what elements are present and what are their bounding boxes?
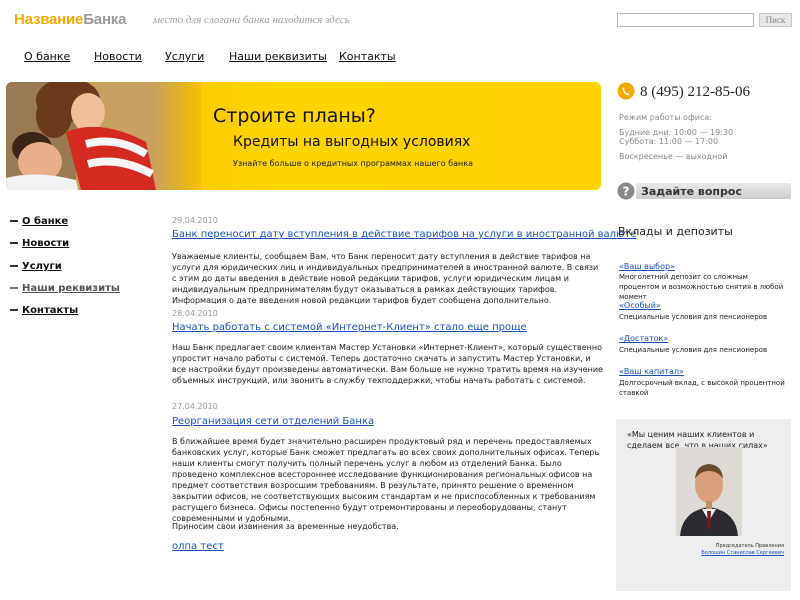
sidebar-item-label: О банке — [22, 216, 69, 227]
news-title-link[interactable]: Реорганизация сети отделений Банка — [172, 416, 374, 427]
question-icon[interactable]: ? — [617, 182, 635, 200]
banner-subtitle: Кредиты на выгодных условиях — [233, 134, 471, 150]
news-body-closing: Приносим свои извинения за временные неу… — [172, 522, 399, 531]
deposits-heading: Вклады и депозиты — [618, 225, 733, 238]
svg-text:?: ? — [623, 185, 630, 199]
deposit-link[interactable]: «Ваш выбор» — [619, 262, 675, 271]
search-button[interactable]: Писк — [759, 13, 792, 27]
deposit-desc: Долгосрочный вклад, с высокой процентной… — [619, 379, 785, 397]
sidebar-item-requisites[interactable]: Наши реквизиты — [10, 283, 120, 294]
news-date: 27.04.2010 — [172, 402, 218, 411]
topnav-about[interactable]: О банке — [24, 50, 70, 63]
deposit-desc: Многолетний депозит со сложным процентом… — [619, 273, 784, 301]
chairman-portrait — [676, 447, 742, 536]
caption-name-link[interactable]: Болошин Станислав Сергеевич — [634, 550, 784, 556]
news-body: Уважаемые клиенты, сообщаем Вам, что Бан… — [172, 252, 599, 305]
topnav-news[interactable]: Новости — [94, 50, 142, 63]
sidebar-item-contacts[interactable]: Контакты — [10, 305, 78, 316]
slogan: место для слогана банка находится здесь — [153, 14, 350, 26]
sidebar-item-about[interactable]: О банке — [10, 216, 68, 227]
logo-part1: Название — [14, 11, 84, 28]
sidebar-item-label: Контакты — [22, 305, 79, 316]
logo-part2: Банка — [83, 11, 127, 28]
deposit-desc: Специальные условия для пенсионеров — [619, 313, 768, 321]
more-link[interactable]: олпа тест — [172, 541, 224, 552]
topnav-requisites[interactable]: Наши реквизиты — [229, 50, 327, 63]
phone-number: 8 (495) 212-85-06 — [640, 84, 750, 100]
deposit-desc: Специальные условия для пенсионеров — [619, 346, 768, 354]
banner-title: Строите планы? — [213, 105, 376, 127]
bank-logo[interactable]: НазваниеБанка — [14, 11, 126, 28]
topnav-services[interactable]: Услуги — [165, 50, 204, 63]
ask-question-button[interactable]: Задайте вопрос — [641, 185, 742, 198]
news-date: 28.04.2010 — [172, 309, 218, 318]
caption-role: Председатель Правления — [715, 543, 784, 549]
sidebar-item-services[interactable]: Услуги — [10, 261, 62, 272]
bullet-dash — [10, 242, 18, 244]
bullet-dash — [10, 220, 18, 222]
news-title-link[interactable]: Банк переносит дату вступления в действи… — [172, 229, 636, 240]
sidebar-item-label: Новости — [22, 238, 70, 249]
deposit-link[interactable]: «Особый» — [619, 301, 661, 310]
couple-photo — [6, 82, 201, 190]
sidebar-item-label: Услуги — [22, 261, 62, 272]
deposit-link[interactable]: «Ваш капитал» — [619, 367, 684, 376]
hours-saturday: Суббота: 11:00 — 17:00 — [619, 137, 719, 146]
news-body: Наш Банк предлагает своим клиентам Масте… — [172, 343, 603, 385]
hours-sunday: Воскресенье — выходной — [619, 152, 728, 161]
search-input[interactable] — [617, 13, 754, 27]
hours-title: Режим работы офиса: — [619, 113, 712, 122]
hours-weekdays: Будние дни: 10:00 — 19:30 — [619, 128, 734, 137]
news-date: 29.04.2010 — [172, 216, 218, 225]
bullet-dash — [10, 265, 18, 267]
banner-note: Узнайте больше о кредитных программах на… — [233, 159, 473, 168]
phone-icon — [617, 82, 635, 100]
news-body: В ближайшее время будет значительно расш… — [172, 437, 600, 523]
deposit-link[interactable]: «Достаток» — [619, 334, 668, 343]
sidebar-item-news[interactable]: Новости — [10, 238, 69, 249]
news-title-link[interactable]: Начать работать с системой «Интернет-Кли… — [172, 322, 527, 333]
bullet-dash — [10, 309, 18, 311]
bullet-dash — [10, 287, 18, 289]
topnav-contacts[interactable]: Контакты — [339, 50, 396, 63]
sidebar-item-label: Наши реквизиты — [22, 283, 120, 294]
